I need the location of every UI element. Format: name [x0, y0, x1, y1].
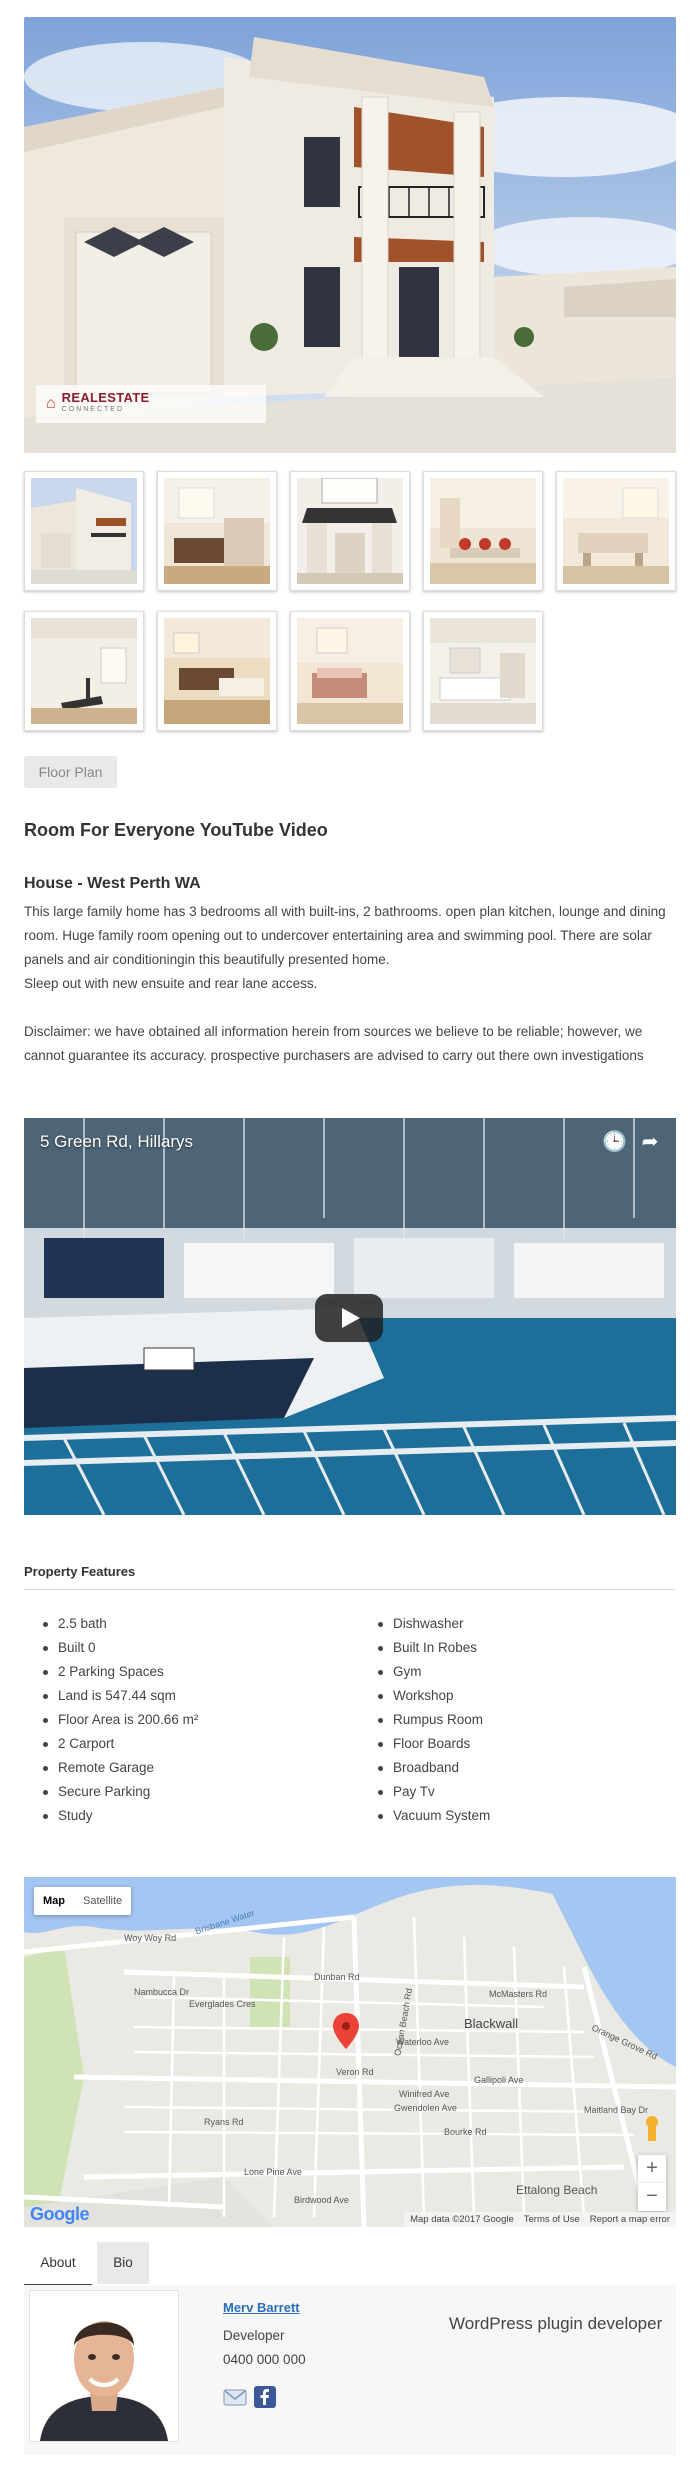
thumbnail-atrium[interactable] [290, 471, 410, 591]
map-label-lone-pine: Lone Pine Ave [244, 2167, 302, 2177]
feature-item: Land is 547.44 sqm [40, 1684, 198, 1708]
gym-image [31, 618, 137, 724]
features-heading: Property Features [24, 1564, 676, 1590]
thumbnail-living[interactable] [556, 471, 676, 591]
map-label-ettalong: Ettalong Beach [516, 2183, 598, 2197]
listing-description: This large family home has 3 bedrooms al… [24, 904, 666, 967]
atrium-image [297, 478, 403, 584]
map-label-nambucca: Nambucca Dr [134, 1987, 190, 1997]
logo-brand: REALESTATE [61, 390, 150, 405]
agent-tagline: WordPress plugin developer [449, 2314, 663, 2333]
realestate-logo: ⌂ REALESTATE CONNECTED [36, 385, 266, 423]
logo-sub: CONNECTED [61, 406, 125, 413]
logo-text: REALESTATE CONNECTED [61, 390, 150, 416]
feature-item: Dishwasher [375, 1612, 490, 1636]
video-title[interactable]: 5 Green Rd, Hillarys [40, 1132, 193, 1152]
tab-bio[interactable]: Bio [97, 2242, 149, 2284]
thumbnail-lounge[interactable] [157, 611, 277, 731]
map-attribution: Map data ©2017 Google Terms of Use Repor… [404, 2212, 676, 2227]
map-label-gwendolen: Gwendolen Ave [394, 2103, 457, 2113]
house-logo-icon: ⌂ [46, 395, 56, 412]
map-data-text: Map data ©2017 Google [410, 2214, 514, 2225]
email-icon[interactable] [223, 2385, 247, 2409]
feature-item: Pay Tv [375, 1780, 490, 1804]
lounge-image [164, 618, 270, 724]
thumbnail-bedroom[interactable] [290, 611, 410, 731]
bathroom-image [430, 618, 536, 724]
feature-item: Rumpus Room [375, 1708, 490, 1732]
kitchen-image [164, 478, 270, 584]
map-label-veron: Veron Rd [336, 2067, 374, 2077]
map-type-satellite[interactable]: Satellite [74, 1887, 131, 1915]
property-page: ⌂ REALESTATE CONNECTED Floor Plan Room F… [0, 0, 700, 2467]
listing-subtitle: House - West Perth WA [24, 875, 201, 892]
report-error-link[interactable]: Report a map error [590, 2214, 670, 2225]
thumbnail-bathroom[interactable] [423, 611, 543, 731]
video-heading: Room For Everyone YouTube Video [24, 820, 328, 840]
feature-item: 2.5 bath [40, 1612, 198, 1636]
facebook-icon[interactable] [253, 2385, 277, 2409]
map-label-everglades: Everglades Cres [189, 1999, 256, 2009]
agent-avatar [29, 2290, 179, 2442]
google-logo-text: Google [30, 2204, 90, 2224]
features-list-left: 2.5 bath Built 0 2 Parking Spaces Land i… [40, 1612, 198, 1828]
feature-item: Remote Garage [40, 1756, 198, 1780]
play-button-icon[interactable] [315, 1294, 383, 1342]
bedroom-image [297, 618, 403, 724]
map-label-ryans: Ryans Rd [204, 2117, 244, 2127]
hero-image[interactable]: ⌂ REALESTATE CONNECTED [24, 17, 676, 453]
thumbnail-kitchen[interactable] [157, 471, 277, 591]
feature-item: Floor Area is 200.66 m² [40, 1708, 198, 1732]
feature-item: Gym [375, 1660, 490, 1684]
map-label-blackwall: Blackwall [464, 2016, 519, 2031]
feature-item: Built In Robes [375, 1636, 490, 1660]
feature-item: Floor Boards [375, 1732, 490, 1756]
map-label-gallipoli: Gallipoli Ave [474, 2075, 524, 2085]
thumbnail-dining[interactable] [423, 471, 543, 591]
map-label-winifred: Winifred Ave [399, 2089, 450, 2099]
listing-description-2: Sleep out with new ensuite and rear lane… [24, 976, 318, 991]
terms-link[interactable]: Terms of Use [524, 2214, 580, 2225]
map-type-map[interactable]: Map [34, 1887, 74, 1915]
tab-about[interactable]: About [24, 2242, 92, 2286]
map-label-maitland: Maitland Bay Dr [584, 2105, 649, 2115]
feature-item: Workshop [375, 1684, 490, 1708]
feature-item: 2 Parking Spaces [40, 1660, 198, 1684]
zoom-out-button[interactable]: − [638, 2183, 666, 2211]
agent-role: Developer [223, 2328, 285, 2343]
features-list-right: Dishwasher Built In Robes Gym Workshop R… [375, 1612, 490, 1828]
floor-plan-button[interactable]: Floor Plan [24, 756, 117, 788]
map-label-bourke: Bourke Rd [444, 2127, 487, 2137]
agent-name-link[interactable]: Merv Barrett [223, 2300, 300, 2315]
dining-image [430, 478, 536, 584]
listing-disclaimer: Disclaimer: we have obtained all informa… [24, 1024, 644, 1063]
agent-phone: 0400 000 000 [223, 2352, 306, 2367]
feature-item: Secure Parking [40, 1780, 198, 1804]
map-label-dunban: Dunban Rd [314, 1972, 360, 1982]
google-logo: Google [30, 2204, 90, 2225]
exterior-image [31, 478, 137, 584]
google-map[interactable]: Brisbane Water Woy Woy Rd Dunban Rd Ever… [24, 1877, 676, 2227]
living-image [563, 478, 669, 584]
feature-item: Broadband [375, 1756, 490, 1780]
feature-item: Built 0 [40, 1636, 198, 1660]
thumbnail-gym[interactable] [24, 611, 144, 731]
map-label-mcmasters: McMasters Rd [489, 1989, 548, 1999]
feature-item: Study [40, 1804, 198, 1828]
zoom-in-button[interactable]: + [638, 2155, 666, 2183]
feature-item: Vacuum System [375, 1804, 490, 1828]
feature-item: 2 Carport [40, 1732, 198, 1756]
thumbnail-exterior[interactable] [24, 471, 144, 591]
map-type-control: Map Satellite [34, 1887, 132, 1915]
share-icon[interactable]: ➦ [638, 1130, 662, 1154]
watch-later-icon[interactable]: 🕒 [602, 1130, 627, 1154]
agent-about-panel: Merv Barrett Developer 0400 000 000 Word… [24, 2285, 676, 2455]
map-label-birdwood: Birdwood Ave [294, 2195, 349, 2205]
agent-photo [30, 2291, 178, 2441]
youtube-video-player[interactable]: 5 Green Rd, Hillarys 🕒 ➦ [24, 1118, 676, 1515]
map-label-woy-woy: Woy Woy Rd [124, 1933, 177, 1943]
map-tiles [24, 1877, 676, 2227]
